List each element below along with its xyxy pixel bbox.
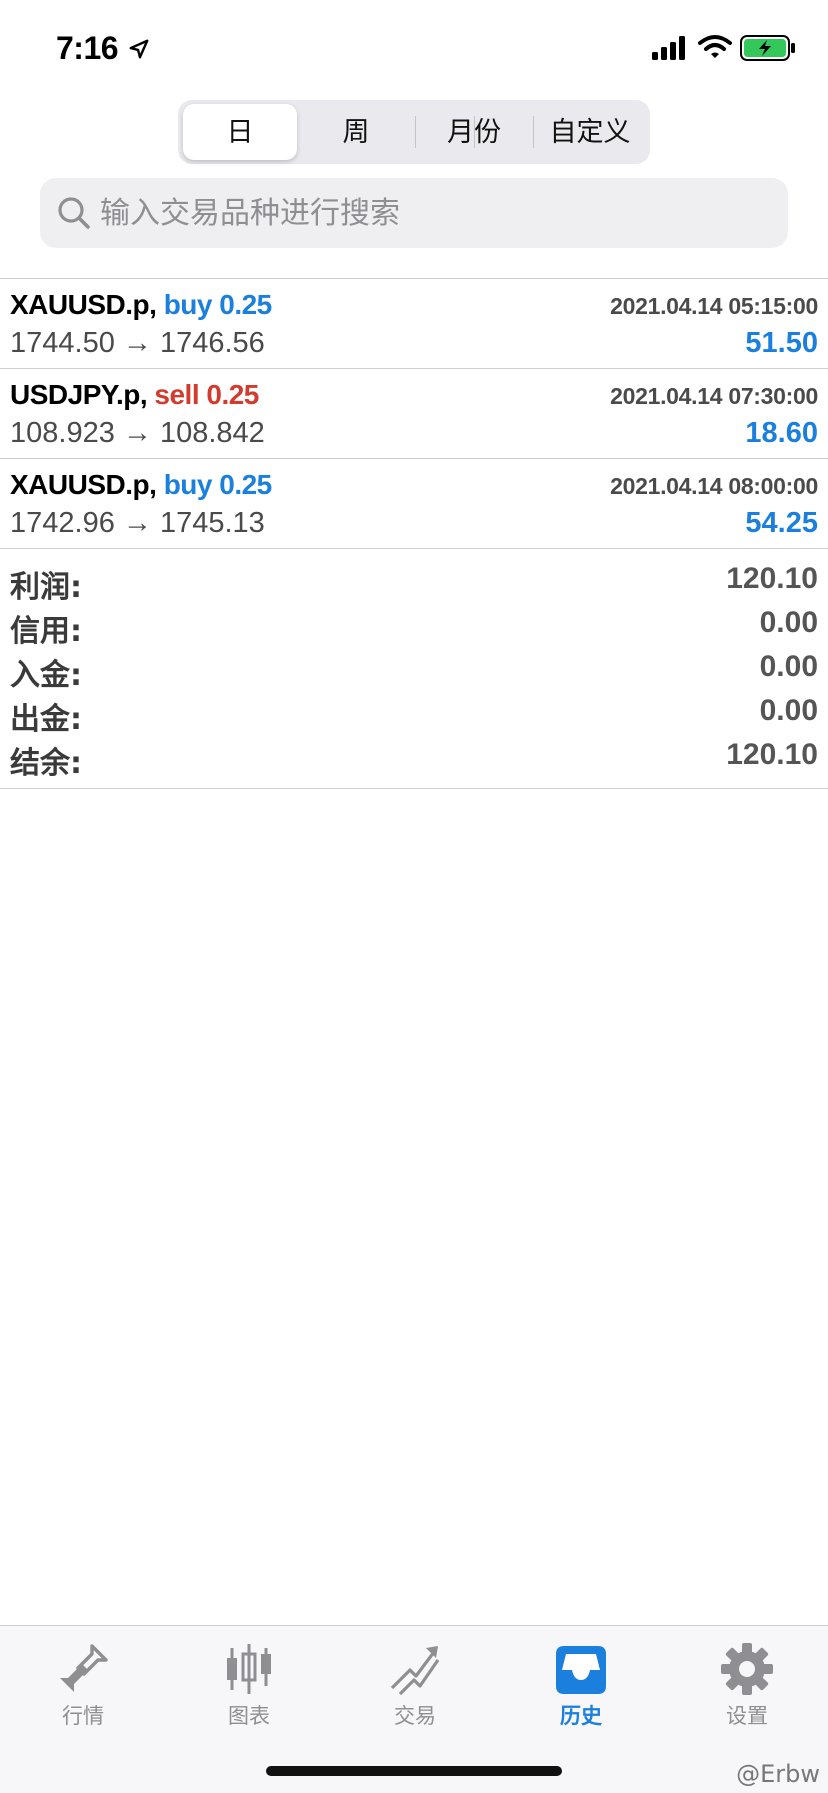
wifi-icon	[698, 35, 732, 58]
tab-week[interactable]: 周	[297, 104, 415, 160]
deal-prices: 108.923 → 108.842	[10, 417, 265, 449]
tab-label: 图表	[228, 1704, 270, 1728]
deal-symbol: XAUUSD.p,	[10, 469, 157, 500]
tab-label: 交易	[394, 1704, 436, 1728]
deal-time: 2021.04.14 05:15:00	[610, 293, 818, 319]
status-time: 7:16	[56, 30, 119, 66]
watermark-text: @Erbw	[736, 1760, 820, 1788]
deal-title: XAUUSD.p, buy 0.25	[10, 289, 272, 321]
trade-chart-icon	[390, 1646, 440, 1696]
deal-title: USDJPY.p, sell 0.25	[10, 379, 259, 411]
summary-value: 120.10	[726, 738, 818, 771]
summary-credit: 信用: 0.00	[0, 606, 828, 650]
battery-charging-icon	[740, 35, 795, 61]
deal-symbol: USDJPY.p,	[10, 379, 148, 410]
deal-row[interactable]: USDJPY.p, sell 0.25 2021.04.14 07:30:00 …	[0, 369, 828, 459]
period-segmented-control: 日 周 月份 自定义	[178, 100, 650, 164]
summary-label: 信用:	[10, 614, 82, 649]
summary-withdrawal: 出金: 0.00	[0, 694, 828, 738]
list-divider	[0, 548, 828, 549]
tab-day[interactable]: 日	[183, 104, 297, 160]
deal-side: sell 0.25	[154, 379, 259, 410]
summary-balance: 结余: 120.10	[0, 738, 828, 782]
summary-value: 0.00	[759, 694, 818, 727]
deal-time: 2021.04.14 08:00:00	[610, 473, 818, 499]
deal-row[interactable]: XAUUSD.p, buy 0.25 2021.04.14 08:00:00 1…	[0, 459, 828, 549]
home-indicator[interactable]	[266, 1766, 562, 1776]
summary-label: 利润:	[10, 570, 82, 605]
deal-profit: 18.60	[745, 417, 818, 449]
tab-custom[interactable]: 自定义	[533, 104, 647, 160]
deal-prices: 1744.50 → 1746.56	[10, 327, 265, 359]
deal-time: 2021.04.14 07:30:00	[610, 383, 818, 409]
summary-label: 结余:	[10, 746, 82, 781]
deal-title: XAUUSD.p, buy 0.25	[10, 469, 272, 501]
tab-label: 设置	[726, 1704, 768, 1728]
deal-side: buy 0.25	[163, 289, 273, 320]
summary-value: 0.00	[759, 606, 818, 639]
search-icon	[58, 197, 90, 229]
tab-month[interactable]: 月份	[415, 104, 533, 160]
summary-value: 0.00	[759, 650, 818, 683]
status-bar: 7:16	[0, 0, 828, 100]
search-input[interactable]	[98, 178, 770, 248]
gear-icon	[721, 1643, 773, 1695]
deal-profit: 51.50	[745, 327, 818, 359]
summary-label: 入金:	[10, 658, 82, 693]
tab-quotes[interactable]: 行情	[0, 1634, 166, 1734]
tab-label: 行情	[62, 1704, 104, 1728]
candlestick-chart-icon	[227, 1644, 271, 1694]
history-inbox-icon	[556, 1646, 606, 1694]
quotes-arrows-icon	[60, 1644, 108, 1692]
tab-trade[interactable]: 交易	[332, 1634, 498, 1734]
summary-value: 120.10	[726, 562, 818, 595]
list-divider	[0, 788, 828, 789]
deal-side: buy 0.25	[163, 469, 273, 500]
summary-deposit: 入金: 0.00	[0, 650, 828, 694]
deal-profit: 54.25	[745, 507, 818, 539]
summary-label: 出金:	[10, 702, 82, 737]
tab-charts[interactable]: 图表	[166, 1634, 332, 1734]
summary-profit: 利润: 120.10	[0, 562, 828, 606]
deal-symbol: XAUUSD.p,	[10, 289, 157, 320]
deal-prices: 1742.96 → 1745.13	[10, 507, 265, 539]
tab-settings[interactable]: 设置	[664, 1634, 828, 1734]
tab-label: 历史	[560, 1704, 602, 1728]
tab-history[interactable]: 历史	[498, 1634, 664, 1734]
deal-row[interactable]: XAUUSD.p, buy 0.25 2021.04.14 05:15:00 1…	[0, 279, 828, 369]
location-arrow-icon	[129, 39, 149, 59]
search-bar[interactable]	[40, 178, 788, 248]
signal-icon	[652, 36, 685, 60]
